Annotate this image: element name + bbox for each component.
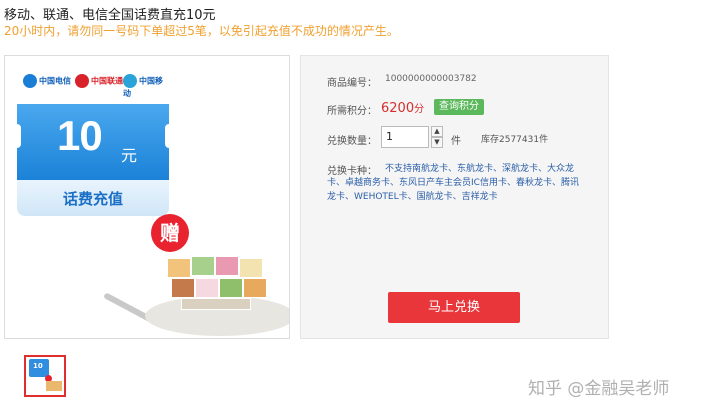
card-notch-left (13, 124, 21, 148)
cake-piece (219, 278, 243, 298)
cake-piece (215, 256, 239, 276)
card-logo-strip: 中国电信 中国联通 中国移动 (17, 68, 169, 106)
quantity-down-icon[interactable]: ▼ (431, 137, 443, 148)
cake-piece (191, 256, 215, 276)
unicom-logo: 中国联通 (75, 74, 123, 88)
gift-badge: 赠 (151, 214, 189, 252)
cake-piece (239, 258, 263, 278)
points-label: 所需积分： (327, 106, 377, 117)
points-row: 所需积分： (327, 102, 377, 117)
quantity-row: 兑换数量： (327, 132, 377, 147)
quantity-label: 兑换数量： (327, 136, 377, 147)
product-code-value: 1000000000003782 (385, 74, 477, 84)
quantity-unit: 件 (451, 136, 461, 147)
watermark: 知乎 @金融吴老师 (528, 379, 670, 399)
product-code-label: 商品编号： (327, 78, 377, 89)
quantity-up-icon[interactable]: ▲ (431, 126, 443, 137)
thumb-cake (46, 381, 62, 391)
cake-base (181, 298, 251, 310)
telecom-logo: 中国电信 (23, 74, 71, 88)
exchange-now-button[interactable]: 马上兑换 (388, 292, 520, 323)
cake-piece (171, 278, 195, 298)
quantity-input[interactable]: 1 (381, 126, 429, 148)
product-title: 移动、联通、电信全国话费直充10元 (4, 8, 216, 23)
points-value: 6200 (381, 101, 415, 116)
recharge-card-image: 中国电信 中国联通 中国移动 10 元 话费充值 (13, 68, 173, 216)
cake-piece (167, 258, 191, 278)
stock-count: 库存2577431件 (481, 135, 549, 145)
cake-piece (195, 278, 219, 298)
mobile-logo: 中国移动 (123, 74, 169, 99)
card-types-list: 不支持南航龙卡、东航龙卡、深航龙卡、大众龙卡、卓越商务卡、东风日产车主会员IC信… (327, 164, 579, 202)
card-amount-unit: 元 (121, 146, 138, 165)
card-amount: 10 (57, 112, 103, 159)
thumb-amount: 10 (33, 362, 43, 370)
cake-graphic (161, 252, 271, 320)
points-unit: 分 (414, 104, 425, 115)
points-value-wrap: 6200分 (381, 100, 424, 116)
product-code-row: 商品编号： (327, 74, 377, 89)
product-info-panel: 商品编号： 1000000000003782 所需积分： 6200分 查询积分 … (300, 55, 609, 339)
product-thumbnail[interactable]: 10 (24, 355, 66, 397)
product-image-frame: 中国电信 中国联通 中国移动 10 元 话费充值 赠 (4, 55, 290, 339)
card-notch-right (165, 124, 173, 148)
order-notice: 20小时内，请勿同一号码下单超过5笔，以免引起充值不成功的情况产生。 (4, 24, 399, 38)
card-label: 话费充值 (62, 190, 123, 208)
query-points-button[interactable]: 查询积分 (434, 99, 484, 115)
cake-piece (243, 278, 267, 298)
quantity-stepper[interactable]: ▲ ▼ (431, 126, 443, 148)
